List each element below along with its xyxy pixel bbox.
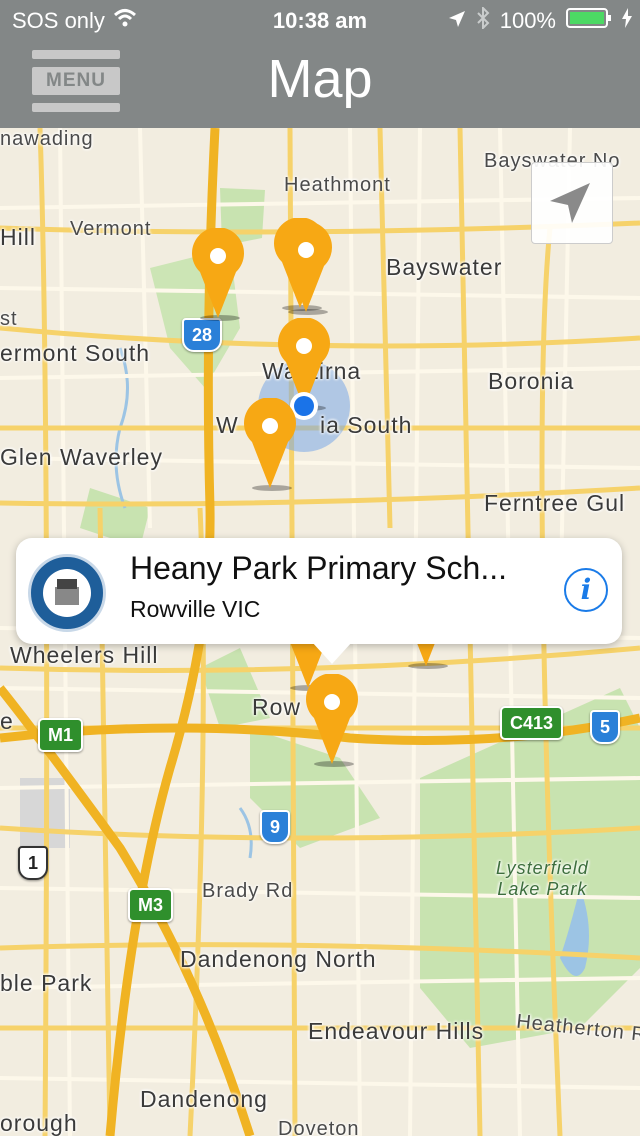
route-shield: 9 — [260, 810, 291, 844]
callout-tail — [312, 642, 352, 664]
place-label: Endeavour Hills — [308, 1018, 485, 1044]
route-shield: M3 — [128, 888, 174, 922]
place-label: Dandenong — [140, 1086, 268, 1112]
charging-icon — [622, 8, 632, 34]
place-label: Boronia — [488, 368, 575, 394]
place-label: Ferntree Gul — [484, 490, 626, 516]
route-shield: C413 — [500, 706, 564, 740]
place-callout[interactable]: Heany Park Primary Sch... Rowville VIC i — [16, 538, 622, 664]
place-label: Wheelers Hill — [10, 642, 159, 668]
park-label: Lysterfield Lake Park — [496, 858, 589, 899]
bluetooth-icon — [476, 5, 490, 35]
place-label: W — [216, 412, 239, 438]
route-shield: 1 — [18, 846, 49, 880]
info-button[interactable]: i — [564, 568, 608, 612]
place-label: Brady Rd — [202, 880, 294, 902]
map-pin[interactable] — [304, 674, 360, 770]
page-title: Map — [267, 49, 373, 109]
place-label: Doveton — [278, 1118, 360, 1136]
place-label: nawading — [0, 128, 94, 150]
place-label: Dandenong North — [180, 946, 377, 972]
locate-me-button[interactable] — [531, 162, 613, 244]
place-label: orough — [0, 1110, 78, 1136]
place-label: ia South — [320, 412, 413, 438]
place-label: Hill — [0, 224, 36, 250]
place-label: ble Park — [0, 970, 93, 996]
place-label: st — [0, 308, 18, 330]
place-label: Heathmont — [284, 174, 391, 196]
battery-icon — [566, 7, 612, 35]
nav-bar: MENU Map — [0, 40, 640, 128]
map-pin[interactable] — [190, 228, 246, 324]
callout-subtitle: Rowville VIC — [130, 596, 261, 622]
place-label: ermont South — [0, 340, 151, 366]
route-shield: 5 — [590, 710, 621, 744]
map-view[interactable]: nawading Heathmont Bayswater No Hill Ver… — [0, 128, 640, 1136]
map-pin[interactable] — [242, 398, 298, 494]
school-logo-icon — [28, 554, 106, 632]
callout-title: Heany Park Primary Sch... — [130, 550, 507, 586]
battery-label: 100% — [499, 8, 556, 33]
place-label: Vermont — [70, 218, 152, 240]
place-label: e — [0, 708, 14, 734]
place-label: Row — [252, 694, 302, 720]
route-shield: M1 — [38, 718, 84, 752]
location-arrow-icon — [448, 8, 466, 34]
location-arrow-icon — [550, 183, 590, 223]
map-pin[interactable] — [278, 222, 334, 318]
place-label: Bayswater — [386, 254, 503, 280]
status-bar: SOS only 10:38 am 100% — [0, 0, 640, 40]
place-label: Glen Waverley — [0, 444, 163, 470]
